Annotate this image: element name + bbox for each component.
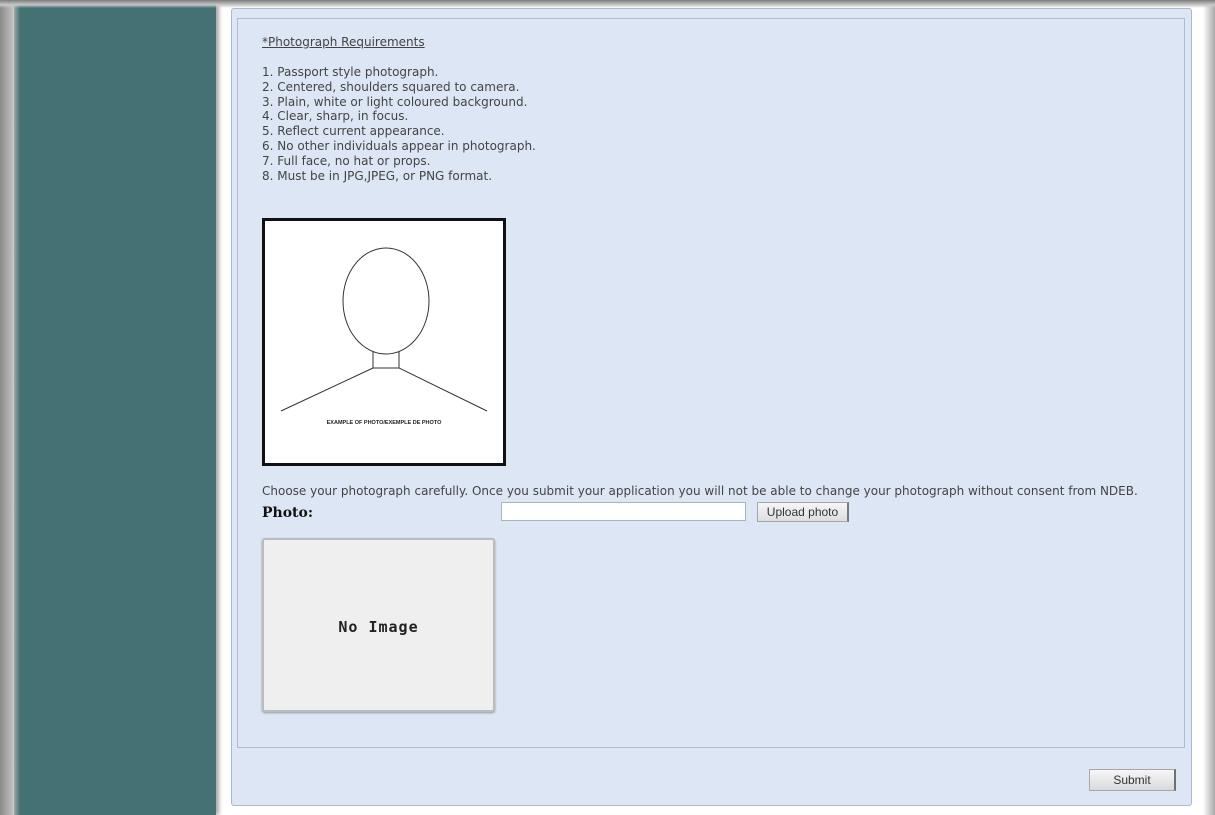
photo-preview: No Image [262, 538, 495, 712]
requirement-item: 1. Passport style photograph. [262, 65, 439, 79]
silhouette-icon [280, 247, 488, 412]
photo-warning-note: Choose your photograph carefully. Once y… [262, 484, 1138, 498]
sample-photo: EXAMPLE OF PHOTO/EXEMPLE DE PHOTO [262, 218, 506, 466]
photo-file-input[interactable] [501, 502, 746, 521]
requirements-title: *Photograph Requirements [262, 35, 425, 49]
requirement-item: 2. Centered, shoulders squared to camera… [262, 79, 520, 94]
requirement-item: 4. Clear, sharp, in focus. [262, 109, 409, 124]
requirement-item: 6. No other individuals appear in photog… [262, 138, 536, 153]
window-right-shadow [1203, 0, 1215, 815]
requirements-list: 1. Passport style photograph. 2. Centere… [262, 65, 536, 183]
requirement-item: 7. Full face, no hat or props. [262, 153, 431, 168]
submit-button[interactable]: Submit [1089, 769, 1176, 791]
requirement-item: 8. Must be in JPG,JPEG, or PNG format. [262, 168, 493, 183]
no-image-placeholder: No Image [338, 618, 419, 636]
requirement-item: 5. Reflect current appearance. [262, 124, 445, 139]
upload-photo-button[interactable]: Upload photo [757, 502, 849, 522]
window-top-shadow [0, 0, 1215, 8]
sidebar [14, 0, 216, 815]
requirement-item: 3. Plain, white or light coloured backgr… [262, 94, 528, 109]
photo-label: Photo: [262, 505, 314, 521]
sample-photo-caption: EXAMPLE OF PHOTO/EXEMPLE DE PHOTO [326, 420, 442, 426]
window-left-shadow [0, 0, 20, 815]
